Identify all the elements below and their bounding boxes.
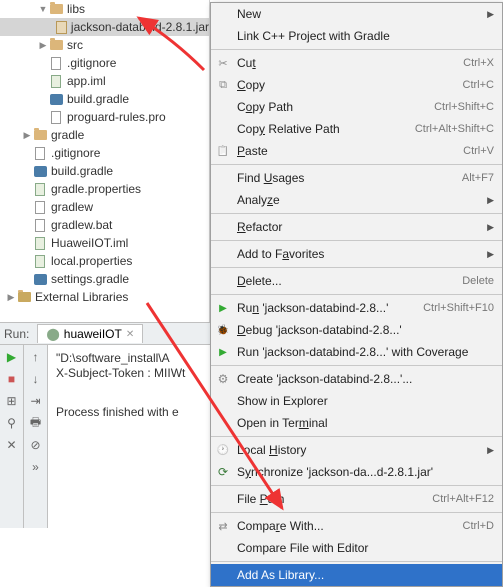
tree-label: .gitignore (51, 146, 100, 160)
pin-button[interactable]: ⚲ (4, 415, 20, 431)
cut-icon (215, 55, 231, 71)
ctx-cut[interactable]: CutCtrl+X (211, 52, 502, 74)
tree-label: External Libraries (35, 290, 128, 304)
tree-label: build.gradle (51, 164, 113, 178)
ctx-compare-with[interactable]: Compare With...Ctrl+D (211, 515, 502, 537)
tree-label: HuaweiIOT.iml (51, 236, 128, 250)
ctx-add-as-library[interactable]: Add As Library... (211, 564, 502, 586)
annotation-arrow (142, 298, 302, 518)
ctx-delete[interactable]: Delete...Delete (211, 270, 502, 292)
android-icon: ⬤ (46, 327, 59, 341)
run-tab[interactable]: ⬤ huaweiIOT ✕ (37, 324, 143, 343)
ctx-link-cpp[interactable]: Link C++ Project with Gradle (211, 25, 502, 47)
down-button[interactable]: ↓ (28, 371, 44, 387)
run-tab-label: huaweiIOT (64, 327, 122, 341)
up-button[interactable]: ↑ (28, 349, 44, 365)
tree-file-gradlew[interactable]: gradlew (0, 198, 209, 216)
annotation-arrow (84, 10, 214, 80)
tree-label: gradle (51, 128, 84, 142)
run-toolbar-left: ▶ ■ ⊞ ⚲ ✕ (0, 345, 24, 528)
diff-icon (215, 518, 231, 534)
tree-file-huaweiiml[interactable]: HuaweiIOT.iml (0, 234, 209, 252)
run-toolbar-left2: ↑ ↓ ⇥ 🖶 ⊘ » (24, 345, 48, 528)
ctx-copy-path[interactable]: Copy PathCtrl+Shift+C (211, 96, 502, 118)
ctx-find-usages[interactable]: Find UsagesAlt+F7 (211, 167, 502, 189)
print-button[interactable]: 🖶 (28, 415, 44, 431)
tree-file-settings[interactable]: settings.gradle (0, 270, 209, 288)
copy-icon (215, 77, 231, 93)
tree-file-localprops[interactable]: local.properties (0, 252, 209, 270)
run-panel-title: Run: (4, 327, 29, 341)
tree-file-buildgradle[interactable]: build.gradle (0, 90, 209, 108)
tree-file-gradlewbat[interactable]: gradlew.bat (0, 216, 209, 234)
rerun-button[interactable]: ▶ (4, 349, 20, 365)
ctx-new[interactable]: New▶ (211, 3, 502, 25)
paste-icon (215, 143, 231, 159)
ctx-favorites[interactable]: Add to Favorites▶ (211, 243, 502, 265)
close-panel-button[interactable]: ✕ (4, 437, 20, 453)
layout-button[interactable]: ⊞ (4, 393, 20, 409)
close-icon[interactable]: ✕ (126, 329, 134, 340)
ctx-copy-relative-path[interactable]: Copy Relative PathCtrl+Alt+Shift+C (211, 118, 502, 140)
ctx-paste[interactable]: PasteCtrl+V (211, 140, 502, 162)
tree-label: settings.gradle (51, 272, 129, 286)
tree-label: local.properties (51, 254, 132, 268)
tree-label: build.gradle (67, 92, 129, 106)
tree-file-gitignore2[interactable]: .gitignore (0, 144, 209, 162)
ctx-analyze[interactable]: Analyze▶ (211, 189, 502, 211)
tree-label: gradle.properties (51, 182, 141, 196)
tree-label: src (67, 38, 83, 52)
tree-label: gradlew.bat (51, 218, 112, 232)
tree-folder-gradle[interactable]: ▶gradle (0, 126, 209, 144)
tree-file-buildgradle2[interactable]: build.gradle (0, 162, 209, 180)
tree-label: libs (67, 2, 85, 16)
stop-button[interactable]: ■ (4, 371, 20, 387)
tree-file-gradleprops[interactable]: gradle.properties (0, 180, 209, 198)
tree-label: proguard-rules.pro (67, 110, 166, 124)
ctx-compare-file[interactable]: Compare File with Editor (211, 537, 502, 559)
ctx-copy[interactable]: CopyCtrl+C (211, 74, 502, 96)
more-button[interactable]: » (28, 459, 44, 475)
tree-file-proguard[interactable]: proguard-rules.pro (0, 108, 209, 126)
wrap-button[interactable]: ⇥ (28, 393, 44, 409)
clear-button[interactable]: ⊘ (28, 437, 44, 453)
tree-label: gradlew (51, 200, 93, 214)
ctx-refactor[interactable]: Refactor▶ (211, 216, 502, 238)
